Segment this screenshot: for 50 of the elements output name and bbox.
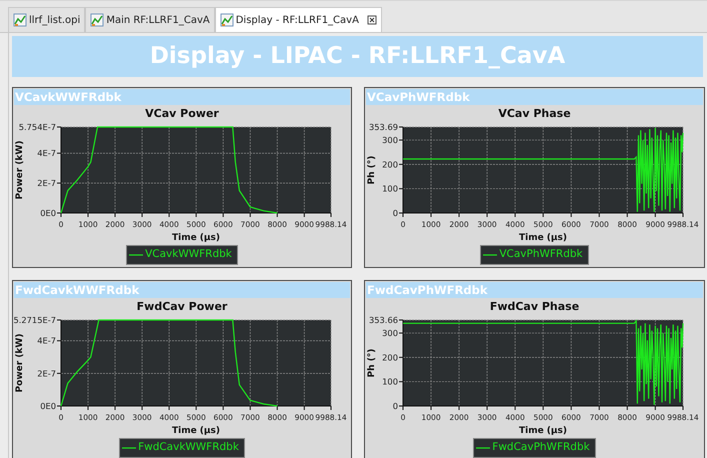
tick-label: 300 <box>382 135 398 146</box>
tick-label: 5.754E-7 <box>18 122 56 132</box>
chart-title: FwdCav Power <box>136 300 228 314</box>
tick-label: 0E0 <box>40 208 56 218</box>
banner-title: Display - LIPAC - RF:LLRF1_CavA <box>12 36 703 77</box>
tick-label: 0 <box>392 208 398 218</box>
panel-header: VCavkWWFRdbk <box>14 89 350 105</box>
panel-header: VCavPhWFRdbk <box>366 89 703 105</box>
tick-label: 4E-7 <box>37 336 56 346</box>
legend-line-icon <box>129 252 144 257</box>
tick-label: 353.69 <box>368 122 398 132</box>
chart-title: VCav Power <box>144 107 220 121</box>
tick-label: 300 <box>382 328 398 338</box>
chart-title: VCav Phase <box>497 107 572 121</box>
tick-label: 100 <box>382 184 398 194</box>
editor-tab[interactable]: llrf_list.opi <box>8 7 86 32</box>
editor-tab[interactable]: Main RF:LLRF1_CavA <box>85 7 215 32</box>
axis-title: Time (µs) <box>518 426 568 436</box>
axis-title: Ph (°) <box>367 156 377 184</box>
tick-label: 2E-7 <box>37 178 56 188</box>
chart-title: FwdCav Phase <box>488 300 580 314</box>
chart-legend: VCavkWWFRdbk <box>126 245 238 265</box>
axis-title: Time (µs) <box>172 426 220 436</box>
panel-header: FwdCavPhWFRdbk <box>366 282 703 298</box>
tick-label: 200 <box>382 159 398 170</box>
axis-title: Power (kW) <box>15 140 25 200</box>
axis-title: Power (kW) <box>15 334 25 392</box>
chart-legend: FwdCavPhWFRdbk <box>473 438 596 458</box>
tick-label: 200 <box>382 352 398 362</box>
axis-title: Time (µs) <box>518 233 568 243</box>
chart-file-icon <box>220 13 234 27</box>
chart-file-icon <box>90 13 104 27</box>
chart-file-icon <box>13 13 27 27</box>
legend-line-icon <box>483 252 498 257</box>
legend-line-icon <box>122 446 136 450</box>
tick-label: 2E-7 <box>37 368 56 378</box>
tick-label: 0 <box>392 401 398 411</box>
panel-header: FwdCavkWWFRdbk <box>14 282 350 298</box>
axis-title: Time (µs) <box>172 233 220 243</box>
legend-line-icon <box>476 446 490 450</box>
editor-tab[interactable]: Display - RF:LLRF1_CavA <box>214 7 382 32</box>
axis-title: Ph (°) <box>367 348 377 378</box>
tick-label: 5.2715E-7 <box>13 315 56 325</box>
tick-label: 0E0 <box>40 401 56 411</box>
tick-label: 100 <box>382 376 398 387</box>
tick-label: 353.66 <box>368 315 398 325</box>
tick-label: 4E-7 <box>37 148 56 158</box>
chart-legend: VCavPhWFRdbk <box>480 245 589 265</box>
close-icon[interactable] <box>366 15 377 25</box>
chart-legend: FwdCavkWWFRdbk <box>119 438 245 458</box>
